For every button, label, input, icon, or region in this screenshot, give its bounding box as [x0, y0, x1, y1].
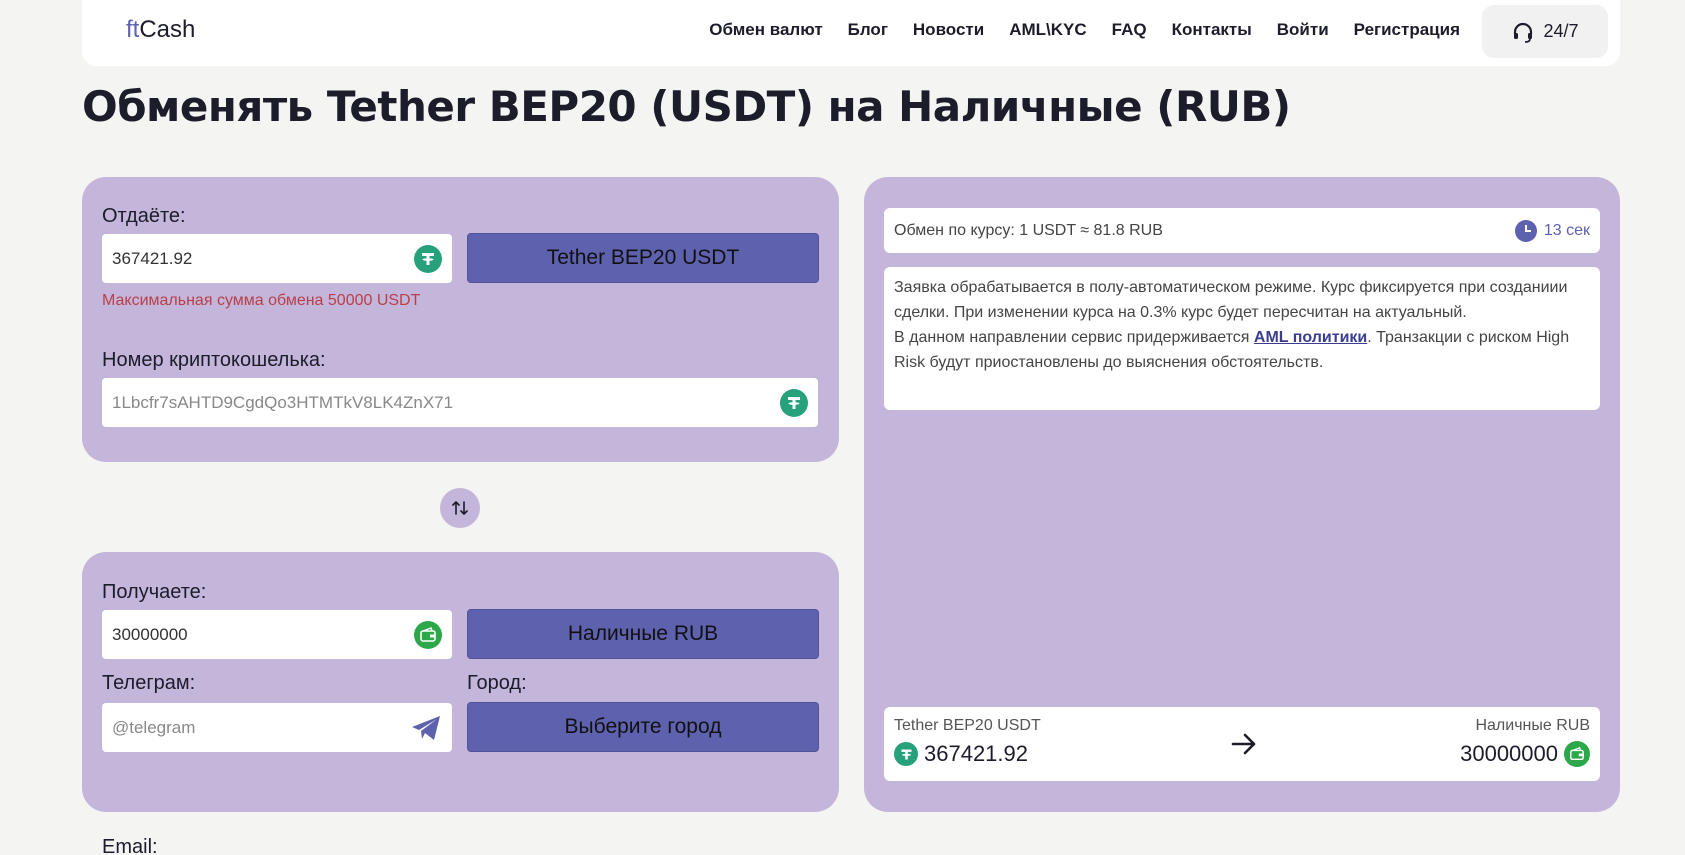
telegram-icon	[412, 715, 440, 740]
tether-icon	[414, 244, 442, 273]
get-label: Получаете:	[102, 581, 207, 603]
nav-blog[interactable]: Блог	[848, 20, 888, 40]
arrow-right-icon	[1231, 733, 1256, 755]
tether-icon	[780, 388, 808, 417]
info-text-1: Заявка обрабатывается в полу-автоматичес…	[894, 279, 1568, 321]
nav-aml-kyc[interactable]: AML\KYC	[1009, 20, 1086, 40]
give-panel: Отдаёте: 367421.92 Tether BEP20 USDT Мак…	[82, 177, 839, 462]
tether-icon	[894, 742, 918, 766]
city-label: Город:	[467, 672, 527, 694]
nav-login[interactable]: Войти	[1277, 20, 1329, 40]
wallet-input[interactable]: 1Lbcfr7sAHTD9CgdQo3HTMTkV8LK4ZnX71	[102, 378, 818, 427]
max-amount-error: Максимальная сумма обмена 50000 USDT	[102, 292, 421, 309]
get-currency-button[interactable]: Наличные RUB	[467, 609, 819, 659]
headset-icon	[1514, 22, 1533, 43]
nav-news[interactable]: Новости	[913, 20, 984, 40]
city-select-button[interactable]: Выберите город	[467, 702, 819, 752]
rate-timer: 13 сек	[1514, 219, 1590, 243]
exchange-summary: Tether BEP20 USDT 367421.92 Наличные RUB…	[884, 707, 1600, 781]
give-amount-input[interactable]: 367421.92	[102, 234, 452, 283]
nav-contacts[interactable]: Контакты	[1172, 20, 1252, 40]
email-label: Email:	[102, 836, 158, 855]
swap-button[interactable]	[440, 488, 480, 528]
telegram-label: Телеграм:	[102, 672, 196, 694]
rate-box: Обмен по курсу: 1 USDT ≈ 81.8 RUB 13 сек	[884, 208, 1600, 253]
get-amount-input[interactable]: 30000000	[102, 610, 452, 659]
site-header: ftCash Обмен валют Блог Новости AML\KYC …	[82, 0, 1620, 66]
wallet-icon	[414, 620, 442, 649]
aml-policy-link[interactable]: AML политики	[1254, 329, 1367, 346]
give-label: Отдаёте:	[102, 205, 186, 227]
give-currency-button[interactable]: Tether BEP20 USDT	[467, 233, 819, 283]
nav-faq[interactable]: FAQ	[1112, 20, 1147, 40]
summary-from: Tether BEP20 USDT 367421.92	[894, 717, 1041, 766]
exchange-rate: Обмен по курсу: 1 USDT ≈ 81.8 RUB	[894, 221, 1163, 239]
exchange-info-panel: Обмен по курсу: 1 USDT ≈ 81.8 RUB 13 сек…	[864, 177, 1620, 812]
wallet-label: Номер криптокошелька:	[102, 349, 326, 371]
get-panel: Получаете: 30000000 Наличные RUB Телегра…	[82, 552, 839, 812]
page-title: Обменять Tether BEP20 (USDT) на Наличные…	[82, 82, 1291, 131]
wallet-icon	[1564, 741, 1590, 767]
swap-icon	[452, 501, 468, 515]
summary-to: Наличные RUB 30000000	[1460, 717, 1590, 767]
info-text-2: В данном направлении сервис придерживает…	[894, 329, 1570, 371]
nav-register[interactable]: Регистрация	[1354, 20, 1460, 40]
support-button[interactable]: 24/7	[1482, 5, 1608, 58]
telegram-input[interactable]: @telegram	[102, 703, 452, 752]
clock-icon	[1514, 219, 1537, 242]
logo[interactable]: ftCash	[126, 16, 195, 44]
main-nav: Обмен валют Блог Новости AML\KYC FAQ Кон…	[684, 20, 1460, 40]
info-box: Заявка обрабатывается в полу-автоматичес…	[884, 267, 1600, 410]
nav-exchange[interactable]: Обмен валют	[709, 20, 822, 40]
